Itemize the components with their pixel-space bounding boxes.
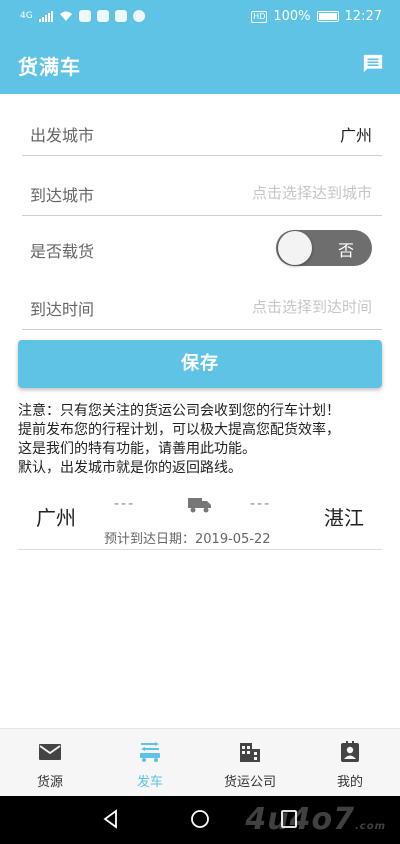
toggle-knob xyxy=(278,231,312,265)
app-notification-icon xyxy=(132,10,145,22)
status-bar: 4G HD 100% 12:27 xyxy=(0,0,400,36)
route-card[interactable]: 广州 --- --- 湛江 预计到达日期：2019-05-22 xyxy=(18,490,382,550)
app-title: 货满车 xyxy=(18,55,81,79)
app-notification-icon xyxy=(114,10,127,22)
app-notification-icon xyxy=(78,10,91,22)
arrive-city-placeholder: 点击选择达到城市 xyxy=(251,184,372,202)
notice-line: 注意：只有您关注的货运公司会收到您的行车计划！ xyxy=(18,403,340,419)
divider xyxy=(22,155,382,156)
depart-city-field[interactable]: 出发城市 广州 xyxy=(22,116,382,156)
route-from: 广州 xyxy=(36,506,76,530)
route-eta: 预计到达日期：2019-05-22 xyxy=(104,532,271,547)
watermark-suffix: .com xyxy=(354,821,386,832)
nav-label: 货运公司 xyxy=(223,775,276,790)
notice-text: 注意：只有您关注的货运公司会收到您的行车计划！ 提前发布您的行程计划，可以极大提… xyxy=(18,402,388,478)
divider xyxy=(18,549,382,550)
loaded-row: 是否载货 否 xyxy=(28,230,378,272)
hd-icon: HD xyxy=(251,10,268,23)
network-label: 4G xyxy=(20,11,33,21)
loaded-label: 是否载货 xyxy=(30,242,95,261)
truck-icon xyxy=(188,498,211,513)
route-dash: --- xyxy=(114,496,136,512)
save-button[interactable]: 保存 xyxy=(18,340,382,388)
nav-label: 我的 xyxy=(336,775,363,790)
app-bar: 货满车 xyxy=(0,36,400,94)
signal-icon xyxy=(38,10,53,22)
arrive-time-placeholder: 点击选择到达时间 xyxy=(251,298,372,316)
depart-city-value: 广州 xyxy=(339,126,372,145)
notice-line: 提前发布您的行程计划，可以极大提高您配货效率， xyxy=(18,422,340,438)
status-left: 4G xyxy=(20,10,145,22)
arrive-time-label: 到达时间 xyxy=(30,300,95,319)
back-icon[interactable] xyxy=(100,808,122,830)
system-nav-bar: 4u4o7.com xyxy=(0,796,400,844)
watermark: 4u4o7.com xyxy=(245,802,386,837)
nav-item-companies[interactable]: 货运公司 xyxy=(200,729,300,796)
wifi-icon xyxy=(59,11,72,21)
profile-icon xyxy=(341,741,359,762)
truck-dispatch-icon xyxy=(140,742,160,762)
route-dash: --- xyxy=(250,496,272,512)
clock: 12:27 xyxy=(344,9,382,24)
loaded-toggle[interactable]: 否 xyxy=(276,230,372,266)
mail-icon xyxy=(39,744,61,760)
status-right: HD 100% 12:27 xyxy=(251,9,382,24)
arrive-time-field[interactable]: 到达时间 点击选择到达时间 xyxy=(22,290,382,330)
nav-item-dispatch[interactable]: 发车 xyxy=(100,729,200,796)
arrive-city-label: 到达城市 xyxy=(30,186,95,205)
nav-item-cargo[interactable]: 货源 xyxy=(0,729,100,796)
nav-label: 发车 xyxy=(136,775,163,790)
building-icon xyxy=(240,743,260,762)
nav-item-mine[interactable]: 我的 xyxy=(300,729,400,796)
battery-icon xyxy=(316,11,339,22)
watermark-text: 4u4o7 xyxy=(245,802,355,837)
depart-city-label: 出发城市 xyxy=(30,126,95,145)
home-icon[interactable] xyxy=(189,808,211,830)
toggle-state: 否 xyxy=(337,241,354,260)
divider xyxy=(22,215,382,216)
divider xyxy=(22,329,382,330)
bottom-nav: 货源 发车 货运公司 我的 xyxy=(0,728,400,796)
route-to: 湛江 xyxy=(324,506,364,530)
notice-line: 这是我们的特有功能，请善用此功能。 xyxy=(18,441,256,457)
arrive-city-field[interactable]: 到达城市 点击选择达到城市 xyxy=(22,176,382,216)
message-icon[interactable] xyxy=(362,53,384,75)
nav-label: 货源 xyxy=(36,775,63,790)
battery-percent: 100% xyxy=(273,9,311,24)
notice-line: 默认，出发城市就是你的返回路线。 xyxy=(18,460,242,476)
app-notification-icon xyxy=(96,10,109,22)
